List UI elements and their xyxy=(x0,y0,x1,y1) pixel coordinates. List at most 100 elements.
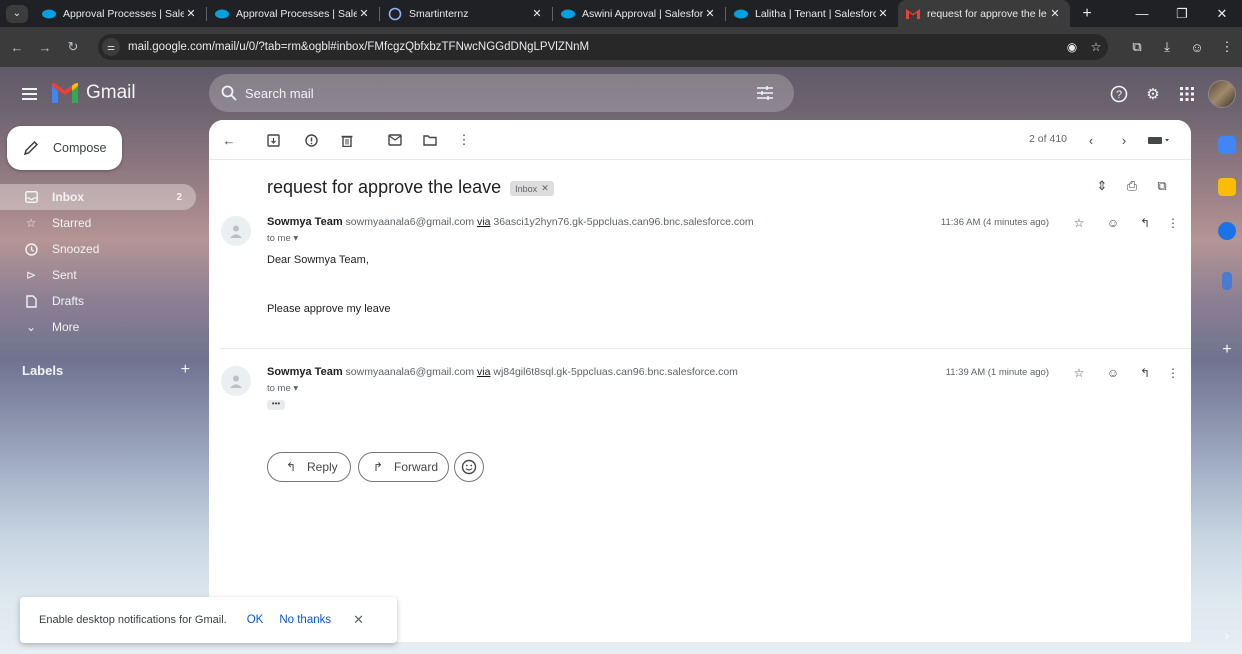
back-to-inbox-icon[interactable]: ← xyxy=(221,132,237,148)
enable-notifications-button[interactable]: OK xyxy=(247,614,264,626)
sidebar-item-starred[interactable]: ☆ Starred xyxy=(0,210,200,236)
extensions-icon[interactable]: ⧉ xyxy=(1122,39,1152,55)
main-menu-icon[interactable] xyxy=(20,86,42,102)
add-addon-icon[interactable]: + xyxy=(1218,342,1236,360)
contacts-icon[interactable] xyxy=(1222,272,1232,290)
salesforce-icon xyxy=(215,7,229,21)
gmail-m-icon xyxy=(52,83,78,103)
browser-tab[interactable]: Approval Processes | Sales ✕ xyxy=(34,0,206,27)
account-avatar[interactable] xyxy=(1208,80,1236,108)
recipient-details-toggle[interactable]: to me ▾ xyxy=(267,233,298,244)
no-thanks-button[interactable]: No thanks xyxy=(279,614,331,626)
via-label[interactable]: via xyxy=(477,366,490,378)
show-trimmed-content-button[interactable]: ••• xyxy=(267,400,285,410)
tasks-icon[interactable] xyxy=(1218,222,1236,240)
browser-tab[interactable]: Smartinternz ✕ xyxy=(380,0,552,27)
recipient-text: to me xyxy=(267,233,291,244)
gmail-logo[interactable]: Gmail xyxy=(52,82,136,104)
download-icon[interactable]: ⤓ xyxy=(1152,39,1182,55)
reply-icon[interactable]: ↰ xyxy=(1137,365,1153,381)
search-bar[interactable]: Search mail xyxy=(209,74,794,112)
body-greeting: Dear Sowmya Team, xyxy=(267,254,369,266)
close-tab-icon[interactable]: ✕ xyxy=(1048,7,1062,20)
mark-unread-icon[interactable] xyxy=(387,132,403,148)
reload-icon[interactable]: ↻ xyxy=(62,36,84,58)
compose-button[interactable]: Compose xyxy=(7,126,122,170)
browser-tab[interactable]: Aswini Approval | Salesfor ✕ xyxy=(553,0,725,27)
search-input[interactable]: Search mail xyxy=(245,86,756,101)
header-actions: ? ⚙ xyxy=(1102,80,1236,108)
back-icon[interactable]: ← xyxy=(6,36,28,58)
browser-tab[interactable]: Approval Processes | Sales ✕ xyxy=(207,0,379,27)
sidebar-item-drafts[interactable]: Drafts xyxy=(0,288,200,314)
star-icon[interactable]: ☆ xyxy=(1071,215,1087,231)
via-label[interactable]: via xyxy=(477,216,490,228)
bookmark-star-icon[interactable]: ☆ xyxy=(1084,40,1108,54)
forward-icon[interactable]: → xyxy=(34,36,56,58)
browser-menu-icon[interactable]: ⋮ xyxy=(1212,39,1242,55)
sender-name[interactable]: Sowmya Team xyxy=(267,366,343,378)
sidebar-item-more[interactable]: ⌄ More xyxy=(0,314,200,340)
help-icon[interactable]: ? xyxy=(1102,81,1136,107)
inbox-label-chip[interactable]: Inbox ✕ xyxy=(510,181,554,196)
sender-name[interactable]: Sowmya Team xyxy=(267,216,343,228)
message-more-icon[interactable]: ⋮ xyxy=(1165,215,1181,231)
sidebar-item-inbox[interactable]: Inbox 2 xyxy=(0,184,196,210)
emoji-react-icon[interactable]: ☺ xyxy=(1105,365,1121,381)
message-more-icon[interactable]: ⋮ xyxy=(1165,365,1181,381)
open-new-window-icon[interactable]: ⧉ xyxy=(1147,178,1177,194)
calendar-icon[interactable] xyxy=(1218,136,1236,154)
star-icon[interactable]: ☆ xyxy=(1071,365,1087,381)
print-icon[interactable]: ⎙ xyxy=(1117,178,1147,194)
clock-icon xyxy=(24,242,38,256)
send-icon: ⊳ xyxy=(25,268,37,282)
report-spam-icon[interactable] xyxy=(303,132,319,148)
address-bar[interactable]: ⚌ mail.google.com/mail/u/0/?tab=rm&ogbl#… xyxy=(98,34,1108,60)
older-chevron-icon[interactable]: › xyxy=(1116,132,1132,148)
eye-icon[interactable]: ◉ xyxy=(1060,40,1084,54)
restore-icon[interactable]: ❐ xyxy=(1162,0,1202,27)
close-tab-icon[interactable]: ✕ xyxy=(184,7,198,20)
keyboard-input-icon[interactable] xyxy=(1146,132,1172,148)
minimize-icon[interactable]: — xyxy=(1122,0,1162,27)
sidebar-item-sent[interactable]: ⊳ Sent xyxy=(0,262,200,288)
recipient-details-toggle[interactable]: to me ▾ xyxy=(267,383,298,394)
archive-icon[interactable] xyxy=(265,132,281,148)
emoji-react-button[interactable] xyxy=(454,452,484,482)
search-options-icon[interactable] xyxy=(756,85,774,101)
more-options-icon[interactable]: ⋮ xyxy=(456,132,472,148)
close-tab-icon[interactable]: ✕ xyxy=(876,7,890,20)
delete-icon[interactable] xyxy=(339,132,355,148)
move-to-folder-icon[interactable] xyxy=(422,132,438,148)
emoji-react-icon[interactable]: ☺ xyxy=(1105,215,1121,231)
reply-button[interactable]: ↰ Reply xyxy=(267,452,351,482)
sender-avatar[interactable] xyxy=(221,216,251,246)
reply-icon[interactable]: ↰ xyxy=(1137,215,1153,231)
close-tab-icon[interactable]: ✕ xyxy=(530,7,544,20)
create-label-icon[interactable]: + xyxy=(181,361,190,379)
close-tab-icon[interactable]: ✕ xyxy=(357,7,371,20)
remove-label-icon[interactable]: ✕ xyxy=(541,183,549,194)
sender-email: sowmyaanala6@gmail.com xyxy=(345,366,475,378)
site-info-icon[interactable]: ⚌ xyxy=(102,38,120,56)
tab-search-icon[interactable]: ⌄ xyxy=(6,4,28,23)
apps-grid-icon[interactable] xyxy=(1170,81,1204,107)
forward-button[interactable]: ↱ Forward xyxy=(358,452,449,482)
url-text[interactable]: mail.google.com/mail/u/0/?tab=rm&ogbl#in… xyxy=(128,41,1060,53)
new-tab-button[interactable]: + xyxy=(1076,5,1098,23)
sender-avatar[interactable] xyxy=(221,366,251,396)
keep-icon[interactable] xyxy=(1218,178,1236,196)
collapse-all-icon[interactable]: ⇕ xyxy=(1087,178,1117,194)
sidebar-item-snoozed[interactable]: Snoozed xyxy=(0,236,200,262)
close-tab-icon[interactable]: ✕ xyxy=(703,7,717,20)
newer-chevron-icon[interactable]: ‹ xyxy=(1083,132,1099,148)
browser-tab-active[interactable]: request for approve the le ✕ xyxy=(898,0,1070,27)
close-toast-icon[interactable]: ✕ xyxy=(353,612,364,628)
settings-gear-icon[interactable]: ⚙ xyxy=(1136,81,1170,107)
profile-icon[interactable]: ☺ xyxy=(1182,40,1212,55)
close-window-icon[interactable]: ✕ xyxy=(1202,0,1242,27)
expand-panel-icon[interactable]: › xyxy=(1218,628,1236,646)
browser-tab[interactable]: Lalitha | Tenant | Salesforce ✕ xyxy=(726,0,898,27)
search-icon[interactable] xyxy=(221,85,237,101)
thread-actions: ⇕ ⎙ ⧉ xyxy=(1087,178,1177,194)
